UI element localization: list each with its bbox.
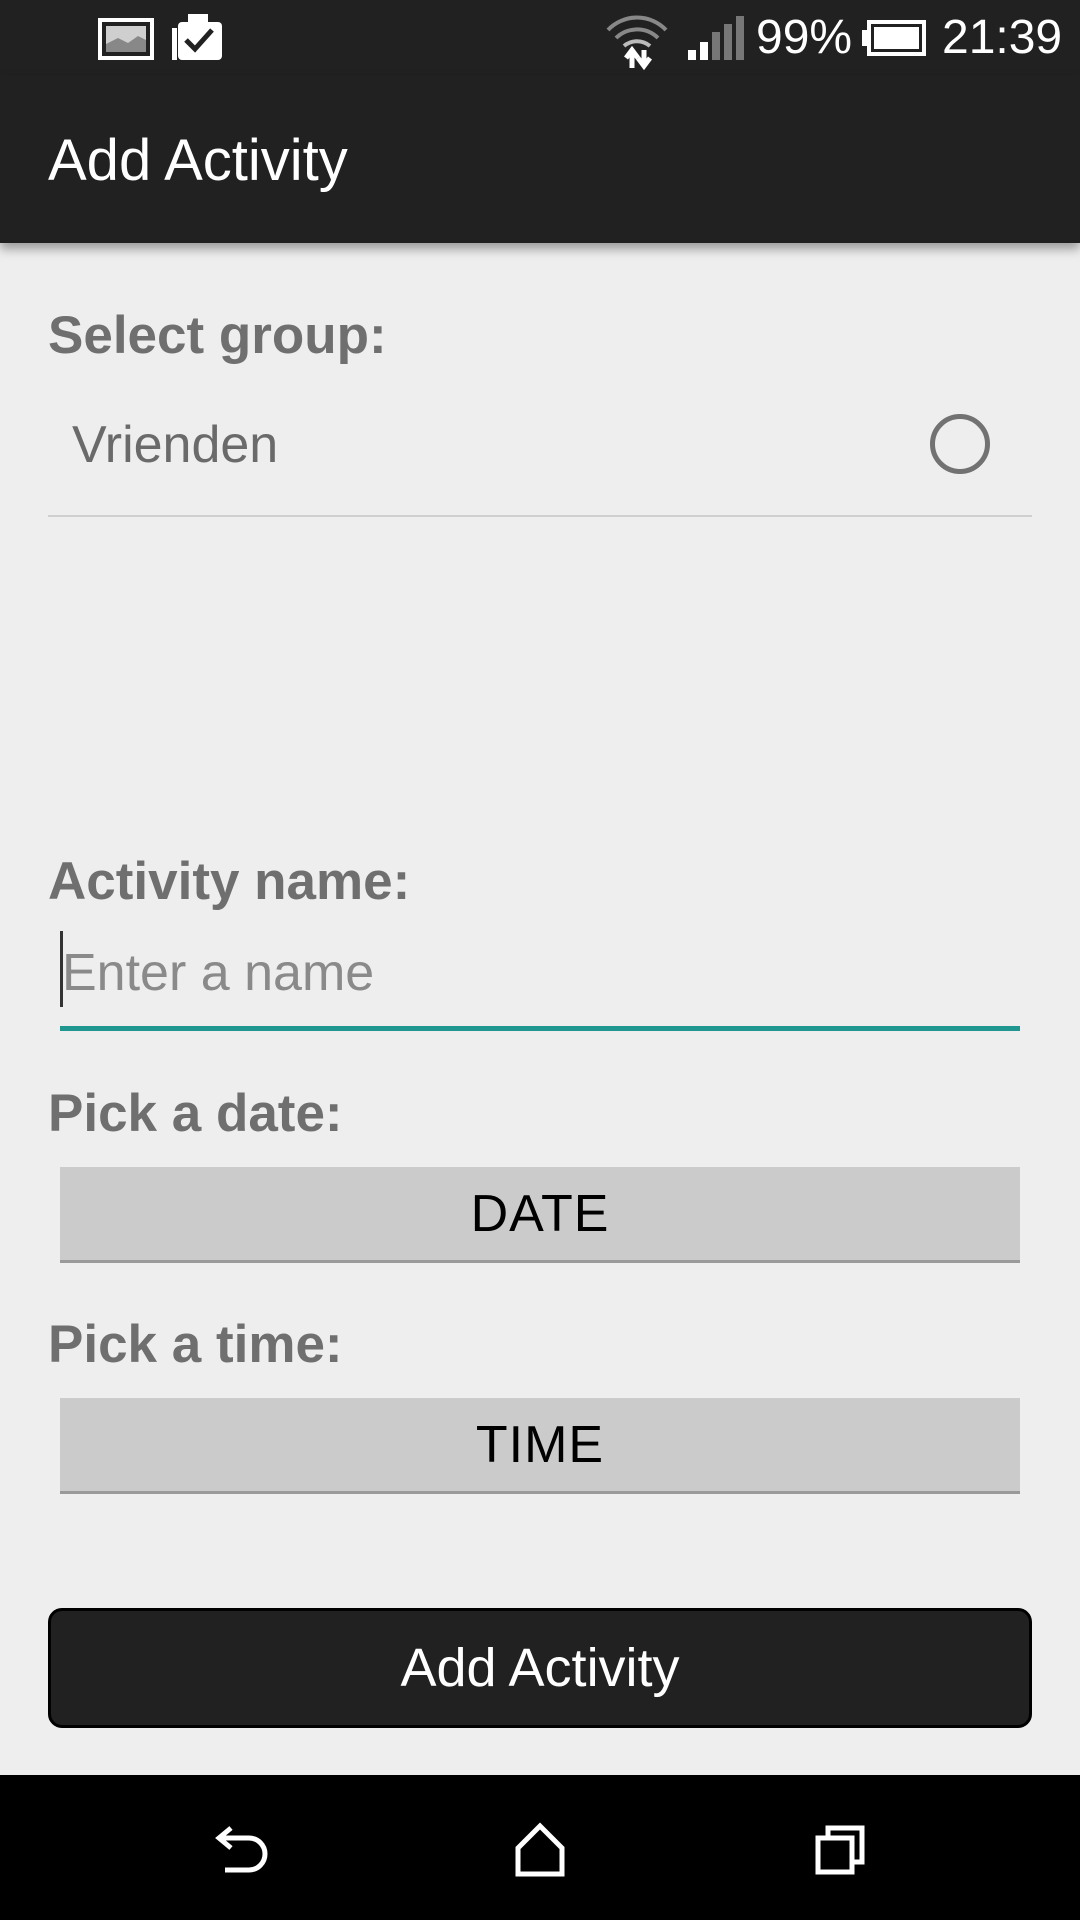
back-button[interactable]: [196, 1815, 286, 1885]
activity-name-input[interactable]: [60, 925, 1020, 1020]
group-label: Select group:: [48, 306, 387, 365]
add-activity-button[interactable]: Add Activity: [48, 1608, 1032, 1728]
recents-icon: [815, 1825, 865, 1875]
group-selected-value: Vrienden: [72, 416, 279, 474]
date-label: Pick a date:: [48, 1084, 343, 1143]
group-spinner[interactable]: Vrienden: [48, 395, 1032, 517]
clipboard-check-icon: [172, 14, 222, 60]
activity-name-label: Activity name:: [48, 852, 411, 911]
battery-percent: 99%: [756, 11, 853, 64]
signal-icon: [688, 16, 744, 60]
wifi-icon: [606, 15, 668, 70]
activity-name-field[interactable]: [60, 925, 1020, 1031]
battery-icon: [862, 20, 926, 56]
time-label: Pick a time:: [48, 1315, 343, 1374]
radio-circle-icon[interactable]: [930, 414, 990, 474]
time-button[interactable]: TIME: [60, 1398, 1020, 1491]
status-bar: 99% 21:39: [0, 0, 1080, 75]
date-button[interactable]: DATE: [60, 1167, 1020, 1260]
page-title: Add Activity: [48, 128, 348, 193]
back-icon: [215, 1826, 268, 1873]
image-icon: [98, 18, 154, 60]
recents-button[interactable]: [795, 1815, 885, 1885]
navigation-bar: [0, 1775, 1080, 1920]
home-button[interactable]: [495, 1815, 585, 1885]
clock: 21:39: [942, 11, 1063, 64]
app-bar: Add Activity: [0, 75, 1080, 243]
home-icon: [515, 1822, 565, 1877]
